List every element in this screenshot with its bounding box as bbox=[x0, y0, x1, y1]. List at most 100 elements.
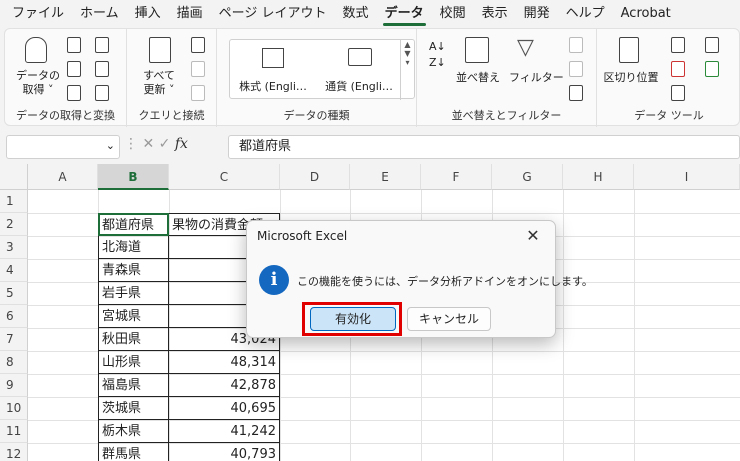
column-header-f[interactable]: F bbox=[421, 164, 492, 190]
column-header-e[interactable]: E bbox=[350, 164, 421, 190]
tab-acrobat[interactable]: Acrobat bbox=[613, 0, 679, 28]
row-header[interactable]: 2 bbox=[0, 213, 28, 236]
refresh-all-icon bbox=[149, 37, 171, 63]
select-all-corner[interactable] bbox=[0, 164, 28, 190]
cell-value[interactable]: 48,314 bbox=[169, 351, 280, 374]
cell-prefecture[interactable]: 北海道 bbox=[98, 236, 169, 259]
column-header-h[interactable]: H bbox=[563, 164, 634, 190]
clear-filter-icon[interactable] bbox=[569, 37, 583, 53]
group-get-transform: データの 取得 ˅ データの取得と変換 bbox=[5, 29, 127, 127]
row-header[interactable]: 7 bbox=[0, 328, 28, 351]
chevron-down-icon[interactable]: ⌄ bbox=[106, 139, 115, 152]
column-header-i[interactable]: I bbox=[634, 164, 740, 190]
tab-insert[interactable]: 挿入 bbox=[127, 0, 169, 28]
tab-formulas[interactable]: 数式 bbox=[335, 0, 377, 28]
more-icon[interactable]: ⋮ bbox=[124, 136, 138, 152]
formula-input[interactable]: 都道府県 bbox=[228, 135, 740, 159]
row-header[interactable]: 6 bbox=[0, 305, 28, 328]
text-to-columns-icon bbox=[619, 37, 639, 63]
column-header-a[interactable]: A bbox=[28, 164, 98, 190]
tab-file[interactable]: ファイル bbox=[4, 0, 72, 28]
get-data-label-1: データの bbox=[16, 69, 60, 82]
tab-data[interactable]: データ bbox=[377, 0, 432, 28]
data-validation-icon[interactable] bbox=[671, 85, 685, 101]
tab-view[interactable]: 表示 bbox=[474, 0, 516, 28]
group-label-sort-filter: 並べ替えとフィルター bbox=[451, 109, 562, 122]
consolidate-icon[interactable] bbox=[705, 37, 719, 53]
cell-prefecture[interactable]: 群馬県 bbox=[98, 443, 169, 461]
dialog-title: Microsoft Excel bbox=[257, 229, 348, 243]
edit-links-icon[interactable] bbox=[191, 85, 205, 101]
sort-az-icon[interactable]: A↓ Z↓ bbox=[429, 39, 446, 71]
from-table-icon[interactable] bbox=[67, 61, 81, 77]
menu-bar: ファイル ホーム 挿入 描画 ページ レイアウト 数式 データ 校閲 表示 開発… bbox=[0, 0, 740, 28]
highlight-box bbox=[302, 302, 402, 336]
row-header[interactable]: 1 bbox=[0, 190, 28, 213]
get-data-button[interactable]: データの 取得 ˅ bbox=[13, 69, 63, 97]
cell-prefecture[interactable]: 秋田県 bbox=[98, 328, 169, 351]
queries-connections-icon[interactable] bbox=[191, 37, 205, 53]
recent-sources-icon[interactable] bbox=[95, 61, 109, 77]
tab-review[interactable]: 校閲 bbox=[432, 0, 474, 28]
close-icon[interactable]: ✕ bbox=[519, 223, 547, 249]
from-text-icon[interactable] bbox=[67, 37, 81, 53]
cell-prefecture[interactable]: 岩手県 bbox=[98, 282, 169, 305]
tab-help[interactable]: ヘルプ bbox=[558, 0, 613, 28]
from-web-icon[interactable] bbox=[95, 37, 109, 53]
filter-button[interactable]: フィルター bbox=[509, 69, 564, 85]
existing-connections-icon[interactable] bbox=[67, 85, 81, 101]
row-header[interactable]: 5 bbox=[0, 282, 28, 305]
column-header-c[interactable]: C bbox=[169, 164, 280, 190]
cancel-button[interactable]: キャンセル bbox=[407, 307, 491, 331]
insert-function-button[interactable]: fx bbox=[175, 136, 188, 152]
cell-prefecture[interactable]: 宮城県 bbox=[98, 305, 169, 328]
formula-bar: ⌄ ⋮ ✕ ✓ fx 都道府県 bbox=[0, 130, 740, 164]
cell-prefecture[interactable]: 福島県 bbox=[98, 374, 169, 397]
row-header[interactable]: 9 bbox=[0, 374, 28, 397]
properties-icon[interactable] bbox=[191, 61, 205, 77]
name-box[interactable]: ⌄ bbox=[6, 135, 120, 159]
cell-prefecture[interactable]: 山形県 bbox=[98, 351, 169, 374]
text-to-columns-button[interactable]: 区切り位置 bbox=[601, 69, 661, 85]
cell-prefecture[interactable]: 青森県 bbox=[98, 259, 169, 282]
refresh-label-2: 更新 ˅ bbox=[143, 83, 175, 96]
reapply-icon[interactable] bbox=[569, 61, 583, 77]
column-header-g[interactable]: G bbox=[492, 164, 563, 190]
remove-duplicates-icon[interactable] bbox=[671, 61, 685, 77]
group-sort-filter: A↓ Z↓ 並べ替え ▽ フィルター 並べ替えとフィルター bbox=[417, 29, 597, 127]
dialog-message: この機能を使うには、データ分析アドインをオンにします。 bbox=[297, 275, 593, 288]
relationships-icon[interactable] bbox=[705, 61, 719, 77]
enter-icon[interactable]: ✓ bbox=[159, 136, 171, 152]
row-header[interactable]: 8 bbox=[0, 351, 28, 374]
cell-prefecture[interactable]: 茨城県 bbox=[98, 397, 169, 420]
cell-value[interactable]: 40,695 bbox=[169, 397, 280, 420]
refresh-label-1: すべて bbox=[143, 69, 175, 82]
row-header[interactable]: 10 bbox=[0, 397, 28, 420]
row-header[interactable]: 12 bbox=[0, 443, 28, 461]
row-header[interactable]: 3 bbox=[0, 236, 28, 259]
refresh-all-button[interactable]: すべて 更新 ˅ bbox=[137, 69, 181, 97]
database-icon bbox=[25, 37, 47, 63]
tab-draw[interactable]: 描画 bbox=[169, 0, 211, 28]
column-header-d[interactable]: D bbox=[280, 164, 350, 190]
tab-page-layout[interactable]: ページ レイアウト bbox=[211, 0, 335, 28]
row-header[interactable]: 11 bbox=[0, 420, 28, 443]
row-header[interactable]: 4 bbox=[0, 259, 28, 282]
cell-value[interactable]: 41,242 bbox=[169, 420, 280, 443]
tab-developer[interactable]: 開発 bbox=[516, 0, 558, 28]
ribbon: データの 取得 ˅ データの取得と変換 すべて 更新 ˅ クエリと接続 株式 (… bbox=[4, 28, 740, 127]
group-data-tools: 区切り位置 データ ツール bbox=[597, 29, 740, 127]
cell-prefecture[interactable]: 栃木県 bbox=[98, 420, 169, 443]
tab-home[interactable]: ホーム bbox=[72, 0, 127, 28]
flash-fill-icon[interactable] bbox=[671, 37, 685, 53]
column-header-b[interactable]: B bbox=[98, 164, 169, 190]
group-label-queries: クエリと接続 bbox=[138, 109, 205, 122]
advanced-filter-icon[interactable] bbox=[569, 85, 583, 101]
cell-header-prefecture[interactable]: 都道府県 bbox=[98, 213, 169, 236]
cell-value[interactable]: 42,878 bbox=[169, 374, 280, 397]
cell-value[interactable]: 40,793 bbox=[169, 443, 280, 461]
group-label-data-tools: データ ツール bbox=[634, 109, 704, 122]
from-file-icon[interactable] bbox=[95, 85, 109, 101]
sort-button[interactable]: 並べ替え bbox=[455, 69, 501, 85]
cancel-icon[interactable]: ✕ bbox=[142, 136, 154, 152]
